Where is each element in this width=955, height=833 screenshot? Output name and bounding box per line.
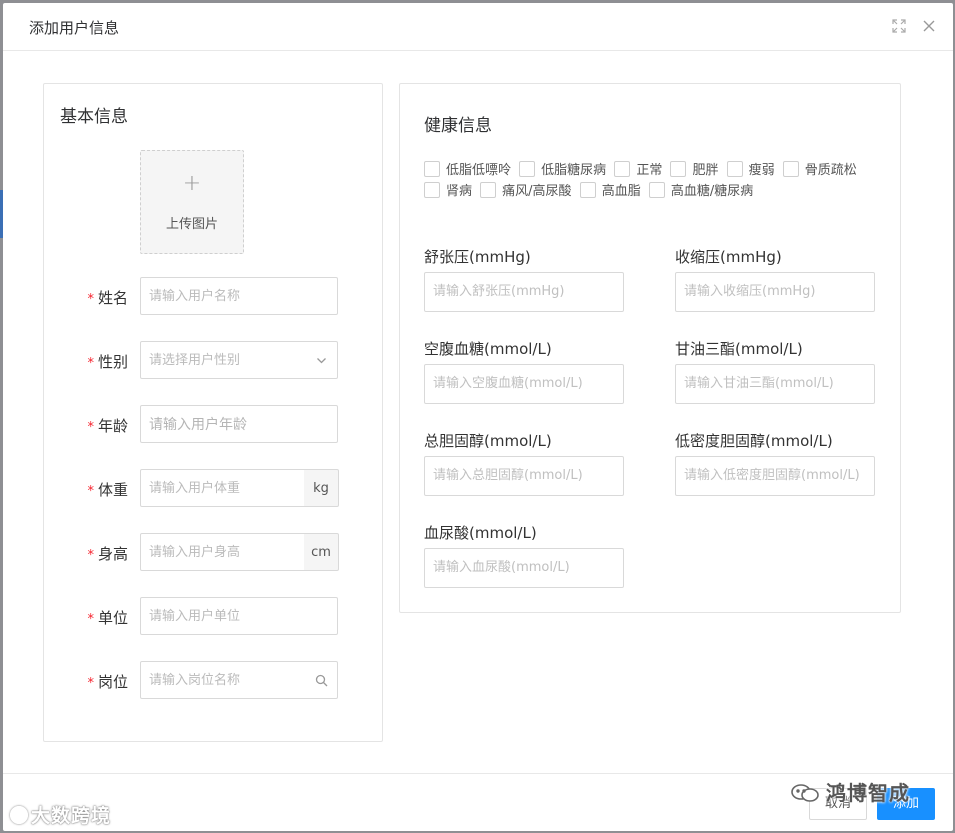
health-info-title: 健康信息 — [424, 116, 492, 136]
checkbox-hyperlipidemia[interactable]: 高血脂 — [579, 180, 641, 199]
ldl-cholesterol-input[interactable]: 请输入低密度胆固醇(mmol/L) — [675, 456, 875, 496]
weight-label: * 体重 — [87, 481, 128, 499]
height-row: * 身高 请输入用户身高 cm — [44, 533, 382, 573]
checkbox-hyperglycemia-diabetes[interactable]: 高血糖/糖尿病 — [648, 180, 753, 199]
uric-acid-input[interactable]: 请输入血尿酸(mmol/L) — [424, 548, 624, 588]
total-cholesterol-label: 总胆固醇(mmol/L) — [424, 432, 552, 450]
name-input[interactable]: 请输入用户名称 — [140, 277, 338, 315]
gender-select[interactable]: 请选择用户性别 — [140, 341, 338, 379]
checkbox-thin[interactable]: 瘦弱 — [726, 159, 775, 178]
weight-row: * 体重 请输入用户体重 kg — [44, 469, 382, 509]
weight-unit-addon: kg — [304, 469, 339, 507]
diastolic-label: 舒张压(mmHg) — [424, 248, 531, 266]
uric-acid-label: 血尿酸(mmol/L) — [424, 524, 537, 542]
position-row: * 岗位 请输入岗位名称 — [44, 661, 382, 701]
position-label: * 岗位 — [87, 673, 128, 691]
chevron-down-icon — [315, 354, 328, 367]
systolic-label: 收缩压(mmHg) — [675, 248, 782, 266]
position-search-input[interactable]: 请输入岗位名称 — [140, 661, 338, 699]
health-info-panel: 健康信息 低脂低嘌呤 低脂糖尿病 正常 肥胖 瘦弱 骨质疏松 肾病 痛风/高尿酸… — [399, 83, 901, 613]
checkbox-gout-high-uric-acid[interactable]: 痛风/高尿酸 — [480, 180, 572, 199]
age-label: * 年龄 — [87, 417, 128, 435]
checkbox-osteoporosis[interactable]: 骨质疏松 — [782, 159, 857, 178]
checkbox-kidney-disease[interactable]: 肾病 — [424, 180, 472, 199]
diastolic-input[interactable]: 请输入舒张压(mmHg) — [424, 272, 624, 312]
search-icon[interactable] — [315, 674, 328, 687]
gender-row: * 性别 请选择用户性别 — [44, 341, 382, 381]
checkbox-low-fat-low-purine[interactable]: 低脂低嘌呤 — [424, 159, 511, 178]
height-unit-addon: cm — [304, 533, 339, 571]
age-input[interactable]: 请输入用户年龄 — [140, 405, 338, 443]
checkbox-normal[interactable]: 正常 — [614, 159, 662, 178]
upload-image-button[interactable]: + 上传图片 — [140, 150, 244, 254]
systolic-input[interactable]: 请输入收缩压(mmHg) — [675, 272, 875, 312]
height-input[interactable]: 请输入用户身高 — [140, 533, 305, 571]
name-label: * 姓名 — [87, 289, 128, 307]
position-input-placeholder: 请输入岗位名称 — [149, 673, 241, 688]
gender-select-placeholder: 请选择用户性别 — [149, 353, 241, 368]
close-icon[interactable] — [921, 18, 937, 34]
gender-label: * 性别 — [87, 353, 128, 371]
maximize-icon[interactable] — [891, 18, 907, 34]
triglyceride-label: 甘油三酯(mmol/L) — [675, 340, 803, 358]
watermark-left: 大数跨境 — [10, 801, 111, 828]
basic-info-panel: 基本信息 + 上传图片 * 姓名 请输入用户名称 * 性别 请选择用户性别 * 年龄 … — [43, 83, 383, 742]
total-cholesterol-input[interactable]: 请输入总胆固醇(mmol/L) — [424, 456, 624, 496]
name-row: * 姓名 请输入用户名称 — [44, 277, 382, 317]
checkbox-low-fat-diabetes[interactable]: 低脂糖尿病 — [519, 159, 606, 178]
wechat-icon — [790, 783, 820, 803]
ldl-cholesterol-label: 低密度胆固醇(mmol/L) — [675, 432, 833, 450]
triglyceride-input[interactable]: 请输入甘油三酯(mmol/L) — [675, 364, 875, 404]
weight-input[interactable]: 请输入用户体重 — [140, 469, 305, 507]
company-input[interactable]: 请输入用户单位 — [140, 597, 338, 635]
condition-checkbox-row-1: 低脂低嘌呤 低脂糖尿病 正常 肥胖 瘦弱 骨质疏松 — [424, 159, 861, 178]
condition-checkbox-row-2: 肾病 痛风/高尿酸 高血脂 高血糖/糖尿病 — [424, 180, 757, 199]
plus-icon: + — [182, 171, 202, 196]
watermark-right: 鸿博智成 — [790, 777, 910, 806]
upload-image-label: 上传图片 — [165, 217, 218, 232]
fasting-glucose-input[interactable]: 请输入空腹血糖(mmol/L) — [424, 364, 624, 404]
height-label: * 身高 — [87, 545, 128, 563]
fasting-glucose-label: 空腹血糖(mmol/L) — [424, 340, 552, 358]
watermark-logo-icon — [10, 806, 28, 824]
add-user-dialog: 添加用户信息 基本信息 + 上传图片 *姓名 请输入用户名称 *性别 请选择 — [3, 3, 953, 831]
dialog-title: 添加用户信息 — [29, 19, 120, 37]
basic-info-title: 基本信息 — [60, 107, 128, 127]
company-label: * 单位 — [87, 609, 128, 627]
dialog-header: 添加用户信息 — [3, 3, 953, 51]
age-row: * 年龄 请输入用户年龄 — [44, 405, 382, 445]
company-row: * 单位 请输入用户单位 — [44, 597, 382, 637]
checkbox-obese[interactable]: 肥胖 — [670, 159, 718, 178]
